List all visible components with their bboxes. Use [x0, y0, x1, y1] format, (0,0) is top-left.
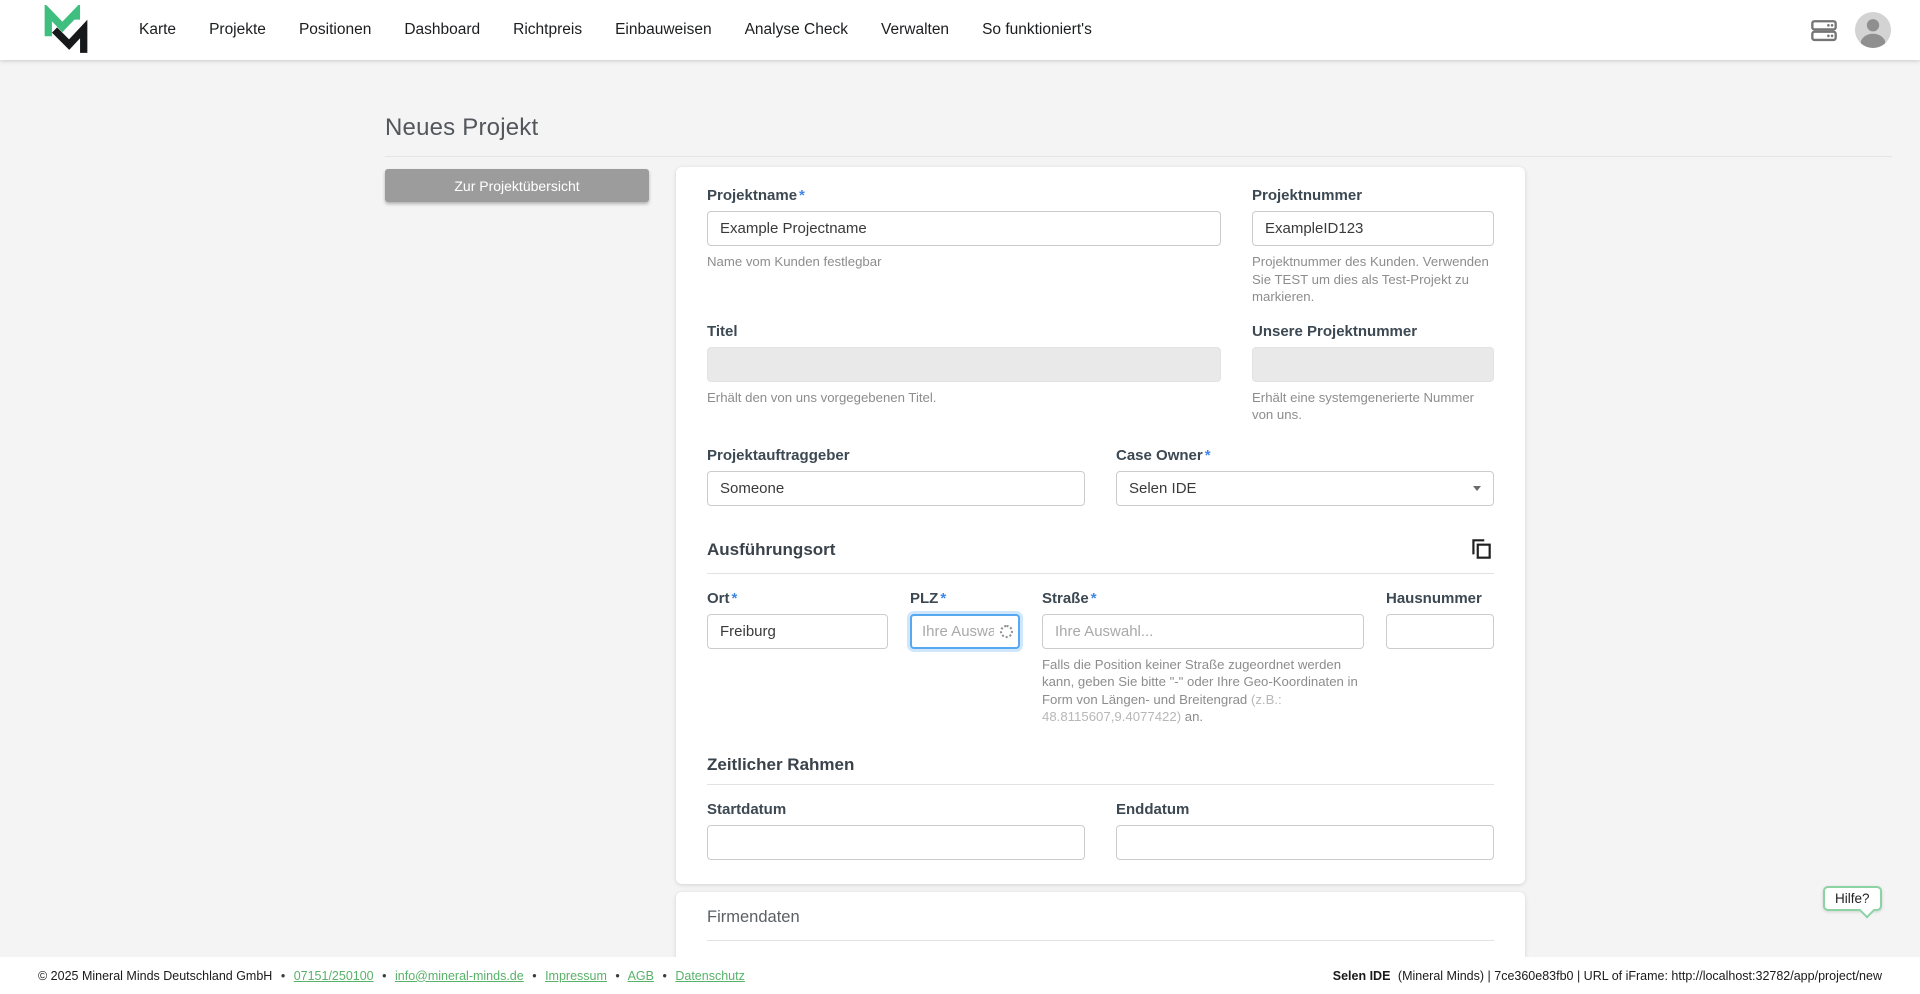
section-divider [707, 783, 1494, 785]
topbar-actions [1810, 11, 1892, 49]
nav-item-analyse-check[interactable]: Analyse Check [745, 21, 848, 39]
titel-input [707, 346, 1221, 382]
section-divider [707, 572, 1494, 574]
loading-spinner-icon [1000, 624, 1013, 638]
row-auftraggeber: Projektauftraggeber Case Owner* Selen ID… [707, 447, 1494, 506]
case-owner-value: Selen IDE [1129, 479, 1197, 497]
plz-label: PLZ * [910, 589, 947, 607]
nav-item-einbauweisen[interactable]: Einbauweisen [615, 21, 712, 39]
case-owner-select[interactable]: Selen IDE [1116, 470, 1494, 506]
ort-input[interactable] [707, 613, 888, 649]
nav-item-karte[interactable]: Karte [139, 21, 176, 39]
ausfuehrungsort-title: Ausführungsort [707, 539, 836, 559]
copy-icon[interactable] [1468, 536, 1494, 562]
unsere-projektnummer-label: Unsere Projektnummer [1252, 322, 1418, 340]
required-asterisk: * [940, 589, 947, 607]
firmendaten-title: Firmendaten [707, 908, 800, 926]
top-navigation-bar: Karte Projekte Positionen Dashboard Rich… [0, 0, 1920, 60]
unsere-projektnummer-helper: Erhält eine systemgenerierte Nummer von … [1252, 389, 1475, 423]
footer-link-phone[interactable]: 07151/250100 [294, 969, 374, 983]
session-details: (Mineral Minds) | 7ce360e83fb0 | URL of … [1397, 968, 1882, 983]
strasse-label: Straße * [1042, 589, 1097, 607]
footer-link-agb[interactable]: AGB [628, 969, 654, 983]
projektname-input[interactable] [707, 211, 1221, 246]
app-window: Karte Projekte Positionen Dashboard Rich… [0, 0, 1920, 994]
footer-legal: © 2025 Mineral Minds Deutschland GmbH • … [38, 968, 745, 983]
projektnummer-input[interactable] [1252, 211, 1494, 246]
hausnummer-input[interactable] [1386, 613, 1494, 649]
zeitlicher-rahmen-title: Zeitlicher Rahmen [707, 754, 855, 774]
row-zeitraum: Startdatum Enddatum [707, 801, 1494, 860]
title-divider [385, 156, 1892, 157]
strasse-input[interactable] [1042, 613, 1364, 649]
session-user: Selen IDE [1332, 968, 1391, 983]
enddatum-input[interactable] [1116, 824, 1494, 860]
nav-item-verwalten[interactable]: Verwalten [881, 21, 949, 39]
zur-projektuebersicht-button[interactable]: Zur Projektübersicht [385, 169, 649, 202]
chevron-down-icon [1473, 485, 1481, 491]
projektname-helper: Name vom Kunden festlegbar [707, 254, 882, 269]
session-info: Selen IDE (Mineral Minds) | 7ce360e83fb0… [1333, 969, 1882, 983]
section-zeitlicher-rahmen: Zeitlicher Rahmen [707, 755, 1494, 775]
ort-label: Ort * [707, 589, 738, 607]
required-asterisk: * [1204, 446, 1211, 464]
footer-link-datenschutz[interactable]: Datenschutz [675, 969, 744, 983]
startdatum-label: Startdatum [707, 800, 787, 818]
row-projektname: Projektname* Name vom Kunden festlegbar … [707, 187, 1494, 306]
projektauftraggeber-input[interactable] [707, 470, 1085, 506]
projektnummer-label: Projektnummer [1252, 187, 1363, 204]
server-icon[interactable] [1810, 16, 1838, 44]
main-nav: Karte Projekte Positionen Dashboard Rich… [139, 21, 1092, 39]
section-divider [707, 940, 1494, 941]
required-asterisk: * [731, 589, 738, 607]
help-button[interactable]: Hilfe? [1823, 886, 1882, 911]
footer-link-impressum[interactable]: Impressum [545, 969, 607, 983]
unsere-projektnummer-input [1252, 346, 1494, 382]
project-form-card: Projektname* Name vom Kunden festlegbar … [676, 167, 1525, 884]
nav-item-projekte[interactable]: Projekte [209, 21, 266, 39]
logo-glyph [44, 5, 88, 53]
startdatum-input[interactable] [707, 824, 1085, 860]
titel-helper: Erhält den von uns vorgegebenen Titel. [707, 389, 937, 405]
nav-item-positionen[interactable]: Positionen [299, 21, 371, 39]
enddatum-label: Enddatum [1116, 800, 1190, 818]
projektnummer-helper: Projektnummer des Kunden. Verwenden Sie … [1252, 254, 1489, 305]
required-asterisk: * [799, 187, 805, 204]
hausnummer-label: Hausnummer [1386, 589, 1482, 607]
footer: © 2025 Mineral Minds Deutschland GmbH • … [0, 957, 1920, 994]
case-owner-label: Case Owner * [1116, 446, 1211, 464]
row-adresse: Ort* PLZ* Straße* Falls die Position kei… [707, 590, 1494, 726]
user-avatar-icon[interactable] [1854, 11, 1892, 49]
strasse-helper: Falls die Position keiner Straße zugeord… [1042, 656, 1358, 725]
footer-link-email[interactable]: info@mineral-minds.de [395, 969, 524, 983]
required-asterisk: * [1090, 589, 1097, 607]
mineral-minds-logo-icon[interactable] [40, 5, 92, 55]
nav-item-dashboard[interactable]: Dashboard [404, 21, 480, 39]
nav-item-so-funktionierts[interactable]: So funktioniert's [982, 21, 1092, 39]
projektauftraggeber-label: Projektauftraggeber [707, 446, 850, 464]
titel-label: Titel [707, 322, 738, 340]
section-ausfuehrungsort: Ausführungsort [707, 536, 1494, 564]
copyright-text: © 2025 Mineral Minds Deutschland GmbH [38, 968, 273, 983]
row-titel: Titel Erhält den von uns vorgegebenen Ti… [707, 323, 1494, 424]
page-title: Neues Projekt [385, 114, 539, 141]
projektname-label: Projektname * [707, 187, 805, 204]
nav-item-richtpreis[interactable]: Richtpreis [513, 21, 582, 39]
